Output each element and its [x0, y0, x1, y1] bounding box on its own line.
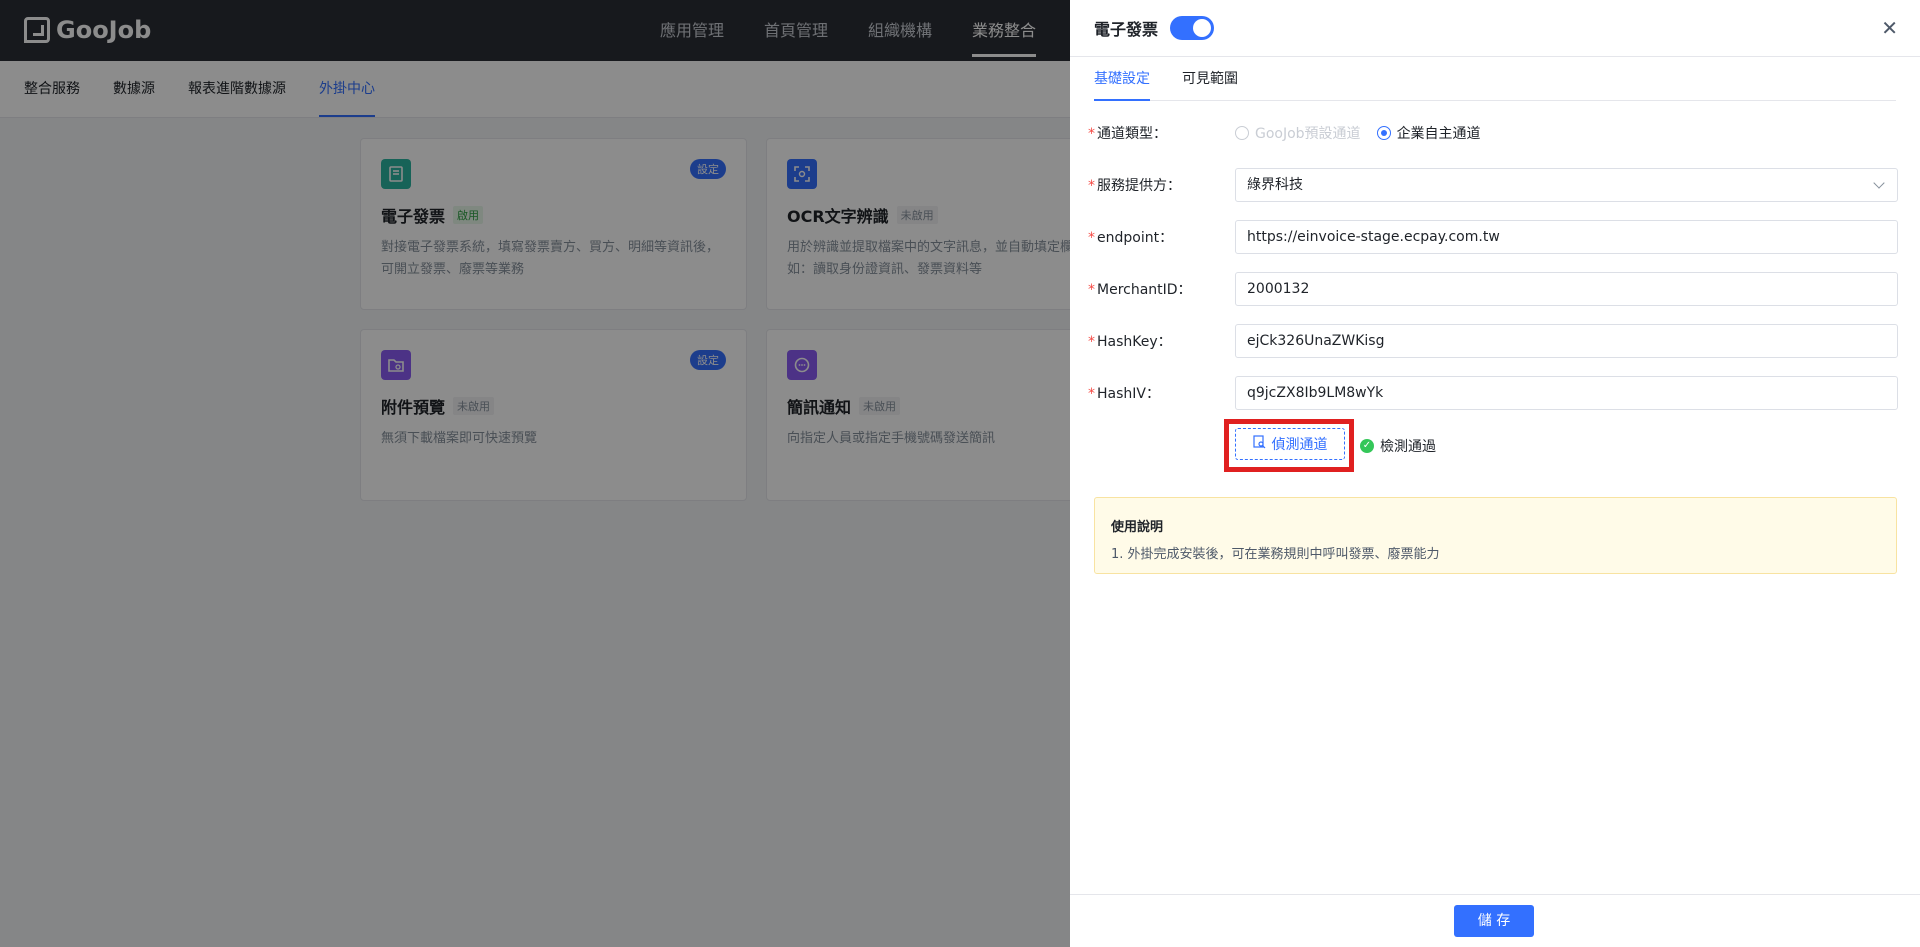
field-label: 通道類型： [1097, 126, 1167, 142]
form-row-channel-type: * 通道類型： GooJob預設通道 企業自主通道 [1088, 116, 1898, 150]
check-circle-icon: ✓ [1360, 439, 1374, 453]
field-label: HashIV： [1097, 386, 1160, 402]
hash-key-input[interactable]: ejCk326UnaZWKisg [1235, 324, 1898, 358]
field-label: endpoint： [1097, 230, 1174, 246]
provider-select[interactable]: 綠界科技 [1235, 168, 1898, 202]
modal-overlay[interactable] [0, 0, 1070, 947]
channel-type-radio-group: GooJob預設通道 企業自主通道 [1235, 123, 1481, 143]
drawer-tabs: 基礎設定 可見範圍 [1094, 57, 1896, 101]
radio-default-channel[interactable]: GooJob預設通道 [1235, 123, 1361, 143]
hash-iv-input[interactable]: q9jcZX8Ib9LM8wYk [1235, 376, 1898, 410]
tab-basic-settings[interactable]: 基礎設定 [1094, 57, 1150, 101]
drawer-title: 電子發票 [1094, 20, 1159, 39]
endpoint-input[interactable]: https://einvoice-stage.ecpay.com.tw [1235, 220, 1898, 254]
merchant-id-input[interactable]: 2000132 [1235, 272, 1898, 306]
detect-channel-button[interactable]: 偵測通道 [1235, 428, 1345, 460]
settings-drawer: 電子發票 ✕ 基礎設定 可見範圍 * 通道類型： GooJob預設通道 企業自主通… [1070, 0, 1920, 947]
detect-result: ✓ 檢測通過 [1360, 436, 1436, 456]
field-label: HashKey： [1097, 334, 1172, 350]
document-search-icon [1252, 435, 1266, 453]
field-label: MerchantID： [1097, 282, 1192, 298]
enable-toggle[interactable] [1170, 16, 1215, 40]
tab-visibility[interactable]: 可見範圍 [1182, 57, 1238, 100]
form-row-hash-iv: * HashIV： q9jcZX8Ib9LM8wYk [1088, 376, 1898, 410]
drawer-header: 電子發票 [1070, 0, 1920, 57]
chevron-down-icon [1873, 177, 1885, 189]
form-row-hash-key: * HashKey： ejCk326UnaZWKisg [1088, 324, 1898, 358]
form-row-merchant-id: * MerchantID： 2000132 [1088, 272, 1898, 306]
form-row-endpoint: * endpoint： https://einvoice-stage.ecpay.… [1088, 220, 1898, 254]
notice-title: 使用說明 [1111, 520, 1164, 535]
field-label: 服務提供方： [1097, 178, 1181, 194]
usage-notice: 使用說明 1. 外掛完成安裝後，可在業務規則中呼叫發票、廢票能力 [1094, 497, 1897, 574]
close-icon[interactable]: ✕ [1881, 18, 1898, 38]
form-row-provider: * 服務提供方： 綠界科技 [1088, 168, 1898, 202]
radio-enterprise-channel[interactable]: 企業自主通道 [1376, 123, 1481, 143]
notice-body: 1. 外掛完成安裝後，可在業務規則中呼叫發票、廢票能力 [1111, 547, 1440, 562]
drawer-footer: 儲 存 [1070, 894, 1920, 947]
toggle-knob [1193, 19, 1212, 37]
save-button[interactable]: 儲 存 [1454, 905, 1534, 937]
